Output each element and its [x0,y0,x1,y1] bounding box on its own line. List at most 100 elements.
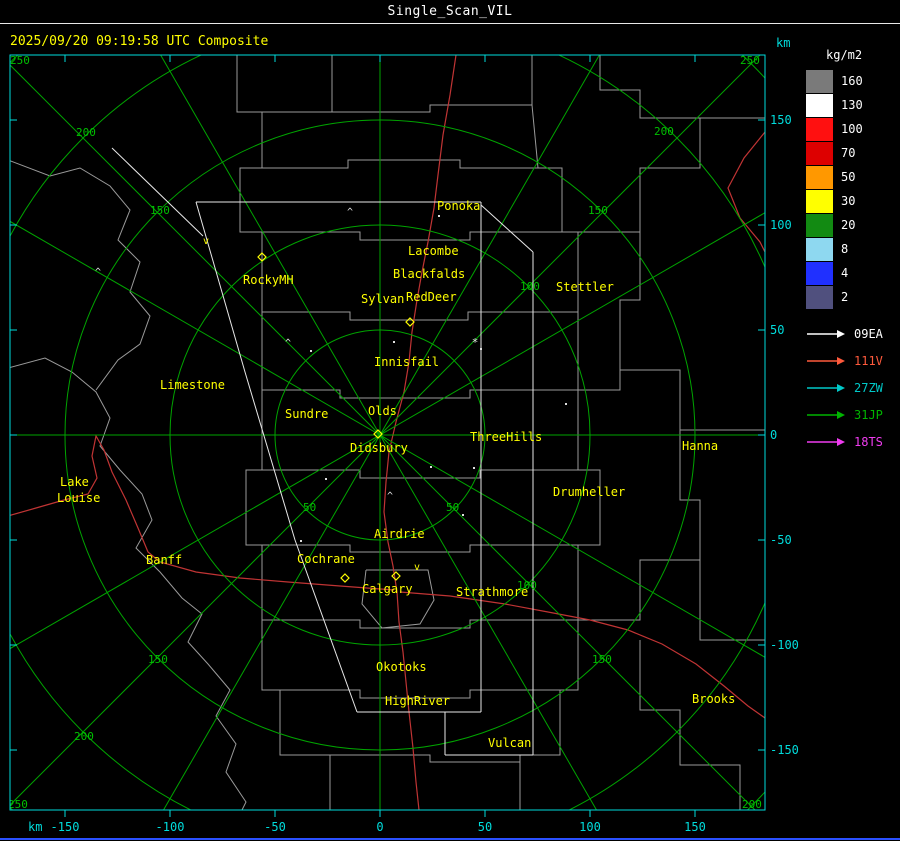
track-legend-row: 27ZW [806,374,883,401]
poi-dot-icon [300,540,302,542]
radar-id-label: 111V [854,353,883,368]
radar-site-legend: 09EA 111V 27ZW 31JP 18TS [806,320,883,455]
track-legend-row: 31JP [806,401,883,428]
range-label: 100 [520,280,540,293]
colorbar-value: 100 [841,122,863,136]
colorbar-swatch [806,213,833,237]
city-label: Hanna [682,439,718,453]
range-label: 250 [740,54,760,67]
poi-dot-icon [310,350,312,352]
colorbar-entry: 4 [806,261,898,285]
peak-caret-icon: ^ [387,491,393,502]
radar-id-label: 27ZW [854,380,883,395]
city-label: Drumheller [553,485,625,499]
track-arrow-icon [807,437,845,446]
city-label: Innisfail [374,355,439,369]
arrowhead-icon: v [414,562,420,573]
city-label: Sundre [285,407,328,421]
colorbar-entry: 50 [806,165,898,189]
bottom-axis-unit: km [28,820,42,834]
colorbar-swatch [806,141,833,165]
city-label: Lake [60,475,89,489]
colorbar-swatch [806,285,833,309]
radar-id-label: 31JP [854,407,883,422]
radar-id-label: 09EA [854,326,883,341]
bottom-axis-label: 50 [478,820,492,834]
right-axis-label: 150 [770,113,792,127]
colorbar-value: 2 [841,290,849,304]
colorbar-value: 160 [841,74,863,88]
city-label: Brooks [692,692,735,706]
city-label: Limestone [160,378,225,392]
track-legend-row: 09EA [806,320,883,347]
city-label: Olds [368,404,397,418]
peak-caret-icon: ^ [347,207,353,218]
radar-id-label: 18TS [854,434,883,449]
city-label: Cochrane [297,552,355,566]
range-label: 50 [303,501,316,514]
city-label: Stettler [556,280,614,294]
range-label: 250 [8,798,28,811]
city-label: Didsbury [350,441,408,455]
track-arrow-icon [807,410,845,419]
city-label: Strathmore [456,585,528,599]
colorbar-value: 4 [841,266,849,280]
track-legend-row: 18TS [806,428,883,455]
range-label: 250 [10,54,30,67]
city-label: Banff [146,553,182,567]
colorbar-entry: 20 [806,213,898,237]
track-legend-row: 111V [806,347,883,374]
city-label: HighRiver [385,694,450,708]
range-label: 200 [742,798,762,811]
city-label: Vulcan [488,736,531,750]
bottom-axis-label: 0 [376,820,383,834]
poi-dot-icon [325,478,327,480]
poi-dot-icon [473,467,475,469]
track-arrow-icon [807,383,845,392]
colorbar-entry: 2 [806,285,898,309]
colorbar-swatch [806,117,833,141]
range-label: 150 [148,653,168,666]
site-diamond-icon [340,573,350,583]
poi-dot-icon [438,215,440,217]
asterisk-icon: * [472,336,479,349]
city-label: RedDeer [406,290,457,304]
radar-app-window: Single_Scan_VIL 2025/09/20 09:19:58 UTC … [0,0,900,841]
city-label: Ponoka [437,199,480,213]
right-axis-label: 100 [770,218,792,232]
bottom-axis-label: 150 [684,820,706,834]
city-label: Airdrie [374,527,425,541]
bottom-axis-label: 100 [579,820,601,834]
poi-markers: ^ ^ ^ ^ * [95,207,567,542]
range-label: 200 [74,730,94,743]
peak-caret-icon: ^ [285,338,291,349]
colorbar-swatch [806,237,833,261]
colorbar-value: 70 [841,146,856,160]
arrowhead-icon: v [203,236,209,247]
bottom-axis-label: -50 [264,820,286,834]
right-axis-label: 50 [770,323,784,337]
range-label: 150 [150,204,170,217]
bottom-axis-label: -100 [156,820,185,834]
radar-map-display[interactable]: 2502001502502001501005050100150200150200… [0,0,900,841]
colorbar-unit-label: kg/m2 [826,48,863,62]
track-arrow-icon [807,356,845,365]
bottom-axis-label: -150 [51,820,80,834]
colorbar-entry: 160 [806,69,898,93]
city-label: Okotoks [376,660,427,674]
colorbar-value: 130 [841,98,863,112]
range-label: 50 [446,501,459,514]
colorbar-swatch [806,69,833,93]
range-label: 200 [76,126,96,139]
colorbar-swatch [806,261,833,285]
colorbar-entry: 100 [806,117,898,141]
colorbar-value: 8 [841,242,849,256]
city-label: Louise [57,491,100,505]
range-label: 200 [654,125,674,138]
colorbar-swatch [806,189,833,213]
colorbar-value: 20 [841,218,856,232]
range-label: 150 [592,653,612,666]
poi-dot-icon [393,341,395,343]
range-label: 150 [588,204,608,217]
colorbar-swatch [806,93,833,117]
